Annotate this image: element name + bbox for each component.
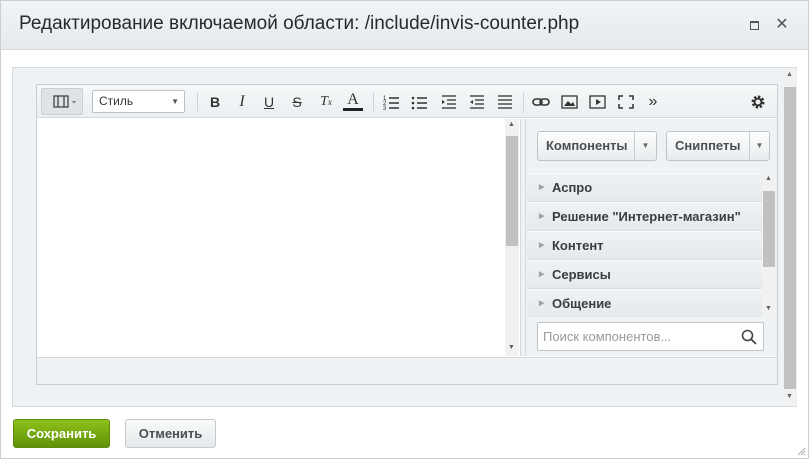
cancel-button[interactable]: Отменить [125, 419, 216, 448]
scroll-down-icon[interactable]: ▼ [786, 393, 793, 400]
style-select[interactable]: Стиль ▼ [92, 90, 185, 113]
toolbar-divider [197, 92, 198, 112]
list-item[interactable]: ▶ Контент [527, 231, 762, 260]
list-item[interactable]: ▶ Аспро [527, 173, 762, 202]
html-editor: Стиль ▼ B I U S Tx A 123 » ▲ ▼ Компонент… [36, 84, 778, 385]
strikethrough-button[interactable]: S [287, 91, 307, 113]
underline-button[interactable]: U [259, 91, 279, 113]
expand-arrow-icon: ▶ [539, 271, 545, 278]
gear-icon[interactable] [748, 91, 768, 113]
list-item[interactable]: ▶ Решение "Интернет-магазин" [527, 202, 762, 231]
list-item-label: Решение "Интернет-магазин" [552, 209, 741, 224]
svg-text:3: 3 [383, 106, 387, 112]
toolbar-divider [373, 92, 374, 112]
include-area-editor-dialog: Редактирование включаемой области: /incl… [0, 0, 809, 459]
chevron-down-icon: ▼ [171, 97, 179, 106]
expand-arrow-icon: ▶ [539, 213, 545, 220]
list-item-label: Общение [552, 296, 612, 311]
align-button[interactable] [496, 91, 514, 113]
toolbar-divider [523, 92, 524, 112]
numbered-list-button[interactable]: 123 [383, 91, 401, 113]
maximize-icon[interactable] [745, 16, 763, 34]
remove-format-button[interactable]: Tx [315, 91, 337, 113]
video-button[interactable] [588, 91, 608, 113]
list-item-label: Контент [552, 238, 604, 253]
snippets-button[interactable]: Сниппеты ▼ [666, 131, 770, 161]
scroll-up-icon[interactable]: ▲ [786, 71, 793, 78]
save-button[interactable]: Сохранить [13, 419, 110, 448]
chevron-down-icon[interactable]: ▼ [749, 132, 769, 160]
scroll-down-icon[interactable]: ▼ [765, 305, 772, 312]
search-icon[interactable] [741, 329, 757, 345]
scrollbar-thumb[interactable] [763, 191, 775, 267]
style-select-value: Стиль [99, 94, 134, 108]
component-tree-scrollbar[interactable]: ▲ ▼ [762, 173, 776, 317]
snippets-button-label: Сниппеты [675, 138, 741, 153]
dialog-titlebar[interactable]: Редактирование включаемой области: /incl… [1, 1, 808, 50]
scrollbar-thumb[interactable] [784, 87, 796, 389]
more-icon[interactable]: » [644, 91, 662, 113]
component-tree: ▶ Аспро ▶ Решение "Интернет-магазин" ▶ Конт… [527, 173, 762, 317]
bulleted-list-button[interactable] [411, 91, 429, 113]
editor-content-area[interactable] [37, 119, 520, 356]
components-button-label: Компоненты [546, 138, 628, 153]
scroll-up-icon[interactable]: ▲ [765, 175, 772, 182]
bold-button[interactable]: B [205, 91, 225, 113]
scroll-down-icon[interactable]: ▼ [508, 344, 515, 351]
close-icon[interactable]: ✕ [773, 16, 791, 34]
editor-statusbar [37, 357, 777, 384]
image-button[interactable] [560, 91, 580, 113]
fullscreen-icon[interactable] [616, 91, 636, 113]
editor-scrollbar[interactable]: ▲ ▼ [505, 119, 519, 356]
font-color-button[interactable]: A [343, 91, 363, 111]
outdent-button[interactable] [468, 91, 486, 113]
view-mode-button[interactable] [41, 88, 83, 115]
chevron-down-icon[interactable]: ▼ [634, 132, 656, 160]
link-button[interactable] [531, 91, 551, 113]
list-item[interactable]: ▶ Общение [527, 289, 762, 317]
list-item-label: Аспро [552, 180, 593, 195]
components-button[interactable]: Компоненты ▼ [537, 131, 657, 161]
expand-arrow-icon: ▶ [539, 242, 545, 249]
indent-button[interactable] [440, 91, 458, 113]
list-item[interactable]: ▶ Сервисы [527, 260, 762, 289]
list-item-label: Сервисы [552, 267, 611, 282]
resize-handle-icon[interactable] [796, 446, 806, 456]
dialog-title: Редактирование включаемой области: /incl… [19, 13, 580, 34]
dialog-scrollbar[interactable]: ▲ ▼ [783, 69, 797, 405]
components-panel: Компоненты ▼ Сниппеты ▼ ▶ Аспро ▶ Решение … [526, 119, 777, 356]
editor-toolbar: Стиль ▼ B I U S Tx A 123 » [37, 85, 777, 118]
component-search-input[interactable] [537, 322, 764, 351]
scroll-up-icon[interactable]: ▲ [508, 121, 515, 128]
expand-arrow-icon: ▶ [539, 300, 545, 307]
expand-arrow-icon: ▶ [539, 184, 545, 191]
scrollbar-thumb[interactable] [506, 136, 518, 246]
italic-button[interactable]: I [232, 91, 252, 113]
